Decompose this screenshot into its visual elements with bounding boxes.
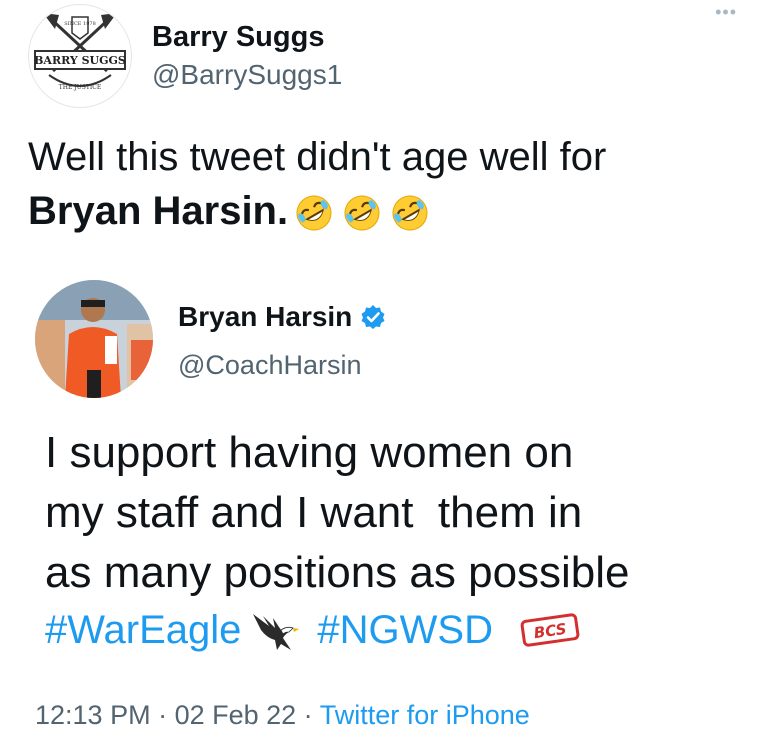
- svg-text:BARRY SUGGS: BARRY SUGGS: [34, 54, 126, 67]
- mention-text: Bryan Harsin.: [28, 189, 289, 233]
- tweet-source-link[interactable]: Twitter for iPhone: [320, 700, 530, 730]
- author-handle[interactable]: @BarrySuggs1: [152, 58, 342, 92]
- more-options-icon[interactable]: •••: [715, 2, 737, 23]
- quoted-text-line: I support having women on: [45, 428, 574, 477]
- quoted-avatar[interactable]: [35, 280, 153, 398]
- tweet-text-line: Well this tweet didn't age well for: [28, 135, 607, 179]
- tweet-date[interactable]: 02 Feb 22: [175, 700, 297, 730]
- bcs-badge-icon: BCS: [520, 613, 580, 647]
- author-block[interactable]: Barry Suggs @BarrySuggs1: [152, 20, 342, 92]
- hashtag-row: #WarEagle #NGWSD BCS: [45, 603, 581, 657]
- meta-separator: ·: [150, 700, 175, 730]
- quoted-author-block[interactable]: Bryan Harsin @CoachHarsin: [178, 300, 386, 382]
- hashtag-ngwsd[interactable]: #NGWSD: [317, 608, 493, 653]
- rolling-on-the-floor-laughing-icon: [296, 195, 332, 231]
- barry-suggs-logo: SINCE 1978 BARRY SUGGS THE JUSTICE: [34, 13, 126, 91]
- rolling-on-the-floor-laughing-icon: [392, 195, 428, 231]
- tweet-meta: 12:13 PM · 02 Feb 22 · Twitter for iPhon…: [35, 700, 530, 731]
- author-display-name[interactable]: Barry Suggs: [152, 20, 342, 54]
- rolling-on-the-floor-laughing-icon: [344, 195, 380, 231]
- eagle-icon: [253, 614, 300, 650]
- quoted-author-name-row[interactable]: Bryan Harsin: [178, 300, 386, 334]
- quoted-tweet[interactable]: Bryan Harsin @CoachHarsin I support havi…: [0, 270, 759, 750]
- quoted-author-display-name[interactable]: Bryan Harsin: [178, 300, 352, 334]
- coach-photo: [35, 280, 153, 398]
- quoted-text-line: as many positions as possible: [45, 548, 630, 597]
- meta-separator: ·: [296, 700, 320, 730]
- quoted-author-handle[interactable]: @CoachHarsin: [178, 348, 386, 382]
- hashtag-wareagle[interactable]: #WarEagle: [45, 608, 241, 653]
- tweet-text-line-2: Bryan Harsin.: [28, 184, 728, 238]
- svg-text:SINCE 1978: SINCE 1978: [64, 21, 96, 27]
- outer-tweet: ••• SINCE 1978 BARRY SUGGS THE JUSTICE B…: [0, 0, 759, 750]
- svg-text:THE JUSTICE: THE JUSTICE: [59, 84, 101, 91]
- tweet-text: Well this tweet didn't age well for Brya…: [28, 130, 728, 238]
- avatar[interactable]: SINCE 1978 BARRY SUGGS THE JUSTICE: [28, 4, 132, 108]
- emoji-row: [294, 193, 430, 233]
- quoted-tweet-text: I support having women on my staff and I…: [45, 423, 735, 603]
- tweet-time[interactable]: 12:13 PM: [35, 700, 151, 730]
- quoted-text-line: my staff and I want them in: [45, 488, 583, 537]
- verified-badge-icon: [361, 305, 385, 329]
